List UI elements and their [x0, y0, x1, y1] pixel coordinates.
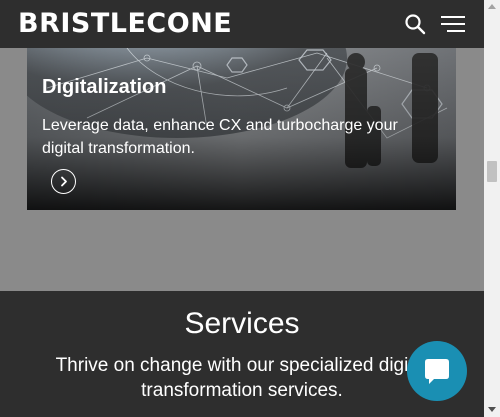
scroll-thumb[interactable]: [487, 161, 497, 182]
hamburger-menu-icon[interactable]: [441, 13, 465, 35]
card-description: Leverage data, enhance CX and turbocharg…: [42, 117, 398, 157]
chevron-right-icon[interactable]: [51, 169, 76, 194]
section-title: Services: [184, 307, 300, 340]
digitalization-card[interactable]: Digitalization Leverage data, enhance CX…: [27, 48, 456, 210]
brand-logo[interactable]: BRISTLECONE: [18, 6, 232, 42]
scroll-down-arrow-icon[interactable]: [488, 407, 496, 412]
site-header: BRISTLECONE: [0, 0, 484, 48]
search-icon[interactable]: [404, 13, 426, 35]
card-title: Digitalization: [42, 76, 167, 98]
section-subtitle: Thrive on change with our specialized di…: [55, 355, 429, 401]
page-scrollbar[interactable]: [484, 0, 500, 417]
scroll-up-arrow-icon[interactable]: [488, 4, 496, 9]
chat-bubble-icon[interactable]: [407, 341, 467, 401]
